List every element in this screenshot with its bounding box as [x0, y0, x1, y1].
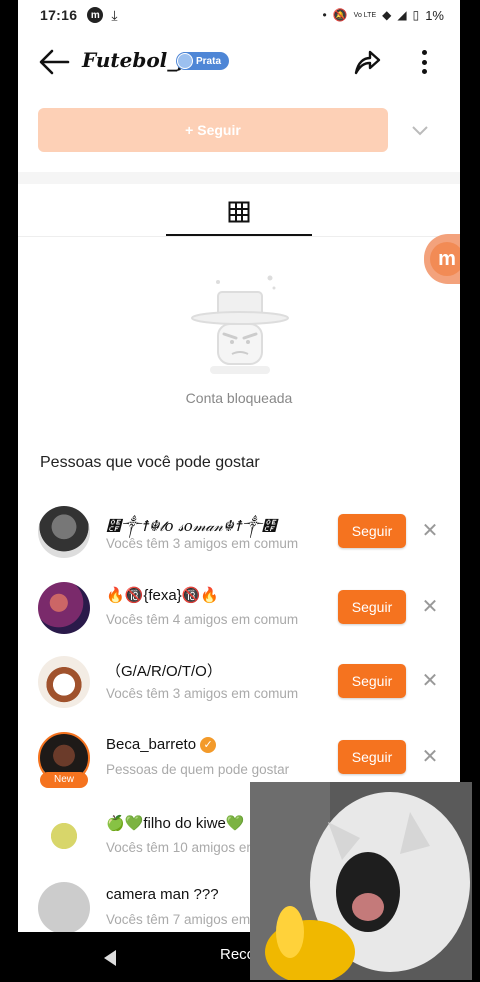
mutual-friends-text: Vocês têm 3 amigos em comum: [106, 686, 299, 701]
status-bar: 17:16 m ⤓ • 🔕 Vo LTE ◆ ◢ ▯ 1%: [18, 0, 460, 30]
suggestion-name[interactable]: 🍏💚filho do kiwe💚: [106, 814, 245, 832]
suggestions-heading: Pessoas que você pode gostar: [40, 454, 260, 471]
tab-divider: [18, 236, 460, 237]
avatar[interactable]: [38, 656, 90, 708]
mutual-friends-text: Vocês têm 4 amigos em comum: [106, 612, 299, 627]
dot-icon: •: [322, 8, 327, 22]
mutual-friends-text: Vocês têm 3 amigos em comum: [106, 536, 299, 551]
suggestion-name[interactable]: Beca_barreto ✓: [106, 736, 217, 753]
share-icon[interactable]: [352, 48, 382, 76]
suggestion-row[interactable]: （G/A/R/O/T/O） Vocês têm 3 amigos em comu…: [18, 652, 460, 724]
app-logo-icon: m: [430, 242, 460, 276]
follow-suggestion-button[interactable]: Seguir: [338, 590, 406, 624]
dismiss-suggestion-icon[interactable]: ✕: [420, 520, 440, 542]
suggestion-reason-text: Pessoas de quem pode gostar: [106, 762, 290, 777]
download-icon: ⤓: [111, 6, 118, 23]
level-badge-label: Prata: [196, 55, 222, 67]
medal-icon: [177, 53, 193, 69]
suggestion-name[interactable]: 🔥🔞{fexa}🔞🔥: [106, 586, 219, 604]
blocked-account-message: Conta bloqueada: [185, 390, 293, 406]
chevron-down-icon: [412, 126, 428, 136]
lte-indicator: Vo LTE: [353, 11, 377, 19]
more-options-icon[interactable]: [414, 48, 434, 76]
avatar[interactable]: [38, 882, 90, 932]
status-time: 17:16: [40, 7, 78, 23]
dismiss-suggestion-icon[interactable]: ✕: [420, 746, 440, 768]
follow-suggestion-button[interactable]: Seguir: [338, 514, 406, 548]
follow-suggestion-button[interactable]: Seguir: [338, 740, 406, 774]
battery-level: 1%: [425, 7, 444, 23]
section-divider: [18, 172, 460, 184]
tab-posts-grid[interactable]: [166, 190, 312, 236]
floating-app-button[interactable]: m: [424, 234, 460, 284]
wifi-icon: ◆: [382, 8, 392, 22]
status-icons: • 🔕 Vo LTE ◆ ◢ ▯ 1%: [323, 8, 444, 23]
follow-suggestion-button[interactable]: Seguir: [338, 664, 406, 698]
app-notification-icon: m: [87, 7, 104, 23]
suggestion-row[interactable]: ໏༒☨☬︎𝓉𝑜 𝓈𝑜𝓂𝒶𝓃☬︎☨༒໏ Vocês têm 3 amigos em…: [18, 502, 460, 574]
blocked-user-illustration: [191, 275, 289, 374]
avatar[interactable]: [38, 582, 90, 634]
dismiss-suggestion-icon[interactable]: ✕: [420, 670, 440, 692]
new-tag: New: [40, 772, 88, 788]
battery-icon: ▯: [412, 8, 420, 22]
suggestion-row[interactable]: 🔥🔞{fexa}🔞🔥 Vocês têm 4 amigos em comum S…: [18, 578, 460, 650]
avatar[interactable]: [38, 506, 90, 558]
nav-back-icon[interactable]: [100, 948, 120, 968]
grid-icon: [228, 201, 250, 223]
dismiss-suggestion-icon[interactable]: ✕: [420, 596, 440, 618]
picture-in-picture-video[interactable]: [250, 782, 472, 980]
verified-icon: ✓: [200, 737, 217, 753]
avatar[interactable]: [38, 810, 90, 862]
suggestion-name-text: Beca_barreto: [106, 736, 197, 753]
signal-icon: ◢: [397, 8, 407, 22]
suggestion-name[interactable]: （G/A/R/O/T/O）: [106, 660, 222, 681]
suggestion-name[interactable]: camera man ???: [106, 886, 219, 903]
follow-dropdown-button[interactable]: [400, 108, 440, 152]
top-app-bar: Futebol_fc Prata: [18, 36, 460, 88]
level-badge[interactable]: Prata: [176, 52, 230, 70]
back-arrow-icon[interactable]: [38, 49, 70, 75]
follow-button[interactable]: + Seguir: [38, 108, 388, 152]
mute-icon: 🔕: [332, 8, 348, 22]
